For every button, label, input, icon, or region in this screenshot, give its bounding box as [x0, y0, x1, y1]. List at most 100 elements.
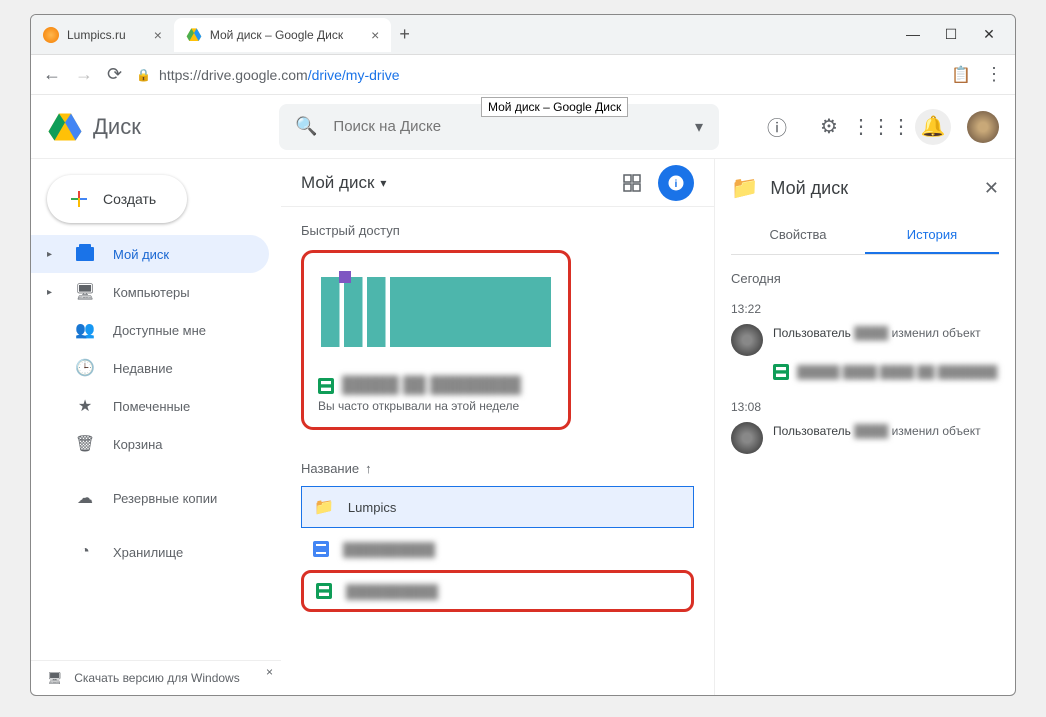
- window-controls: — ☐ ✕: [903, 26, 1015, 43]
- tab-title: Lumpics.ru: [67, 28, 126, 42]
- notifications-icon[interactable]: 🔔: [915, 109, 951, 145]
- sidebar-item-recent[interactable]: 🕒 Недавние: [31, 349, 269, 387]
- user-avatar: [731, 324, 763, 356]
- sidebar-item-label: Помеченные: [113, 399, 190, 414]
- tab-history[interactable]: История: [865, 217, 999, 254]
- close-window-button[interactable]: ✕: [979, 26, 999, 43]
- drive-logo[interactable]: Диск: [47, 109, 271, 145]
- svg-text:i: i: [675, 177, 678, 189]
- address-bar: ← → ⟳ 🔒 https://drive.google.com/drive/m…: [31, 55, 1015, 95]
- search-options-icon[interactable]: ▾: [695, 117, 703, 137]
- create-button[interactable]: Создать: [47, 175, 187, 223]
- close-icon[interactable]: ×: [371, 27, 379, 43]
- sidebar-item-my-drive[interactable]: ▸ Мой диск: [31, 235, 269, 273]
- computers-icon: 🖥: [75, 282, 95, 302]
- folder-icon: 📁: [314, 497, 334, 517]
- tab-drive[interactable]: Мой диск – Google Диск ×: [174, 18, 391, 52]
- url-input[interactable]: 🔒 https://drive.google.com/drive/my-driv…: [136, 67, 937, 83]
- activity-time: 13:22: [731, 302, 999, 316]
- header-actions: ⓘ ⚙ ⋮⋮⋮ 🔔: [759, 109, 999, 145]
- chevron-down-icon: ▾: [380, 176, 386, 190]
- grid-icon: [623, 174, 641, 192]
- sheets-icon: [773, 364, 789, 380]
- forward-button[interactable]: →: [75, 64, 93, 85]
- url-path: /drive/my-drive: [308, 67, 400, 83]
- drive-logo-icon: [47, 109, 83, 145]
- file-row-doc[interactable]: ██████████: [301, 528, 694, 570]
- file-name: ██████████: [346, 584, 438, 599]
- close-icon[interactable]: ✕: [984, 178, 999, 199]
- file-row-folder[interactable]: 📁 Lumpics: [301, 486, 694, 528]
- activity-user: Пользователь: [773, 424, 851, 438]
- tab-properties[interactable]: Свойства: [731, 217, 865, 254]
- titlebar: Lumpics.ru × Мой диск – Google Диск × + …: [31, 15, 1015, 55]
- sidebar-item-starred[interactable]: ★ Помеченные: [31, 387, 269, 425]
- sheets-icon: [318, 378, 334, 394]
- sidebar-item-label: Компьютеры: [113, 285, 190, 300]
- minimize-button[interactable]: —: [903, 26, 923, 43]
- details-tabs: Свойства История: [731, 217, 999, 255]
- favicon-icon: [43, 27, 59, 43]
- file-name: ██████████: [343, 542, 435, 557]
- sidebar-item-label: Доступные мне: [113, 323, 206, 338]
- plus-icon: [67, 187, 91, 211]
- apps-icon[interactable]: ⋮⋮⋮: [863, 109, 899, 145]
- trash-icon: 🗑: [75, 434, 95, 454]
- search-input[interactable]: [333, 118, 679, 135]
- file-row-sheet[interactable]: ██████████: [301, 570, 694, 612]
- folder-icon: 📁: [731, 175, 758, 201]
- sidebar-item-computers[interactable]: ▸ 🖥 Компьютеры: [31, 273, 269, 311]
- column-header-name[interactable]: Название ↑: [301, 450, 694, 486]
- app-title: Диск: [93, 114, 141, 140]
- new-tab-button[interactable]: +: [399, 24, 410, 45]
- sidebar-item-shared[interactable]: 👥 Доступные мне: [31, 311, 269, 349]
- drive-favicon-icon: [186, 27, 202, 43]
- tab-lumpics[interactable]: Lumpics.ru ×: [31, 18, 174, 52]
- monitor-icon: 🖥: [47, 671, 62, 685]
- menu-icon[interactable]: ⋮: [985, 64, 1003, 85]
- close-icon[interactable]: ×: [154, 27, 162, 43]
- docs-icon: [313, 541, 329, 557]
- file-subtitle: Вы часто открывали на этой неделе: [318, 399, 554, 413]
- sidebar-item-backup[interactable]: ☁ Резервные копии: [31, 479, 269, 517]
- settings-icon[interactable]: ⚙: [811, 109, 847, 145]
- grid-view-button[interactable]: [614, 165, 650, 201]
- url-host: https://drive.google.com: [159, 67, 308, 83]
- maximize-button[interactable]: ☐: [941, 26, 961, 43]
- avatar[interactable]: [967, 111, 999, 143]
- user-avatar: [731, 422, 763, 454]
- activity-user: Пользователь: [773, 326, 851, 340]
- activity-item: 13:22 Пользователь ████ изменил объект: [731, 302, 999, 380]
- details-title: Мой диск: [770, 178, 972, 199]
- bookmark-icon[interactable]: 📋: [951, 65, 971, 85]
- back-button[interactable]: ←: [43, 64, 61, 85]
- info-button[interactable]: i: [658, 165, 694, 201]
- sidebar-item-trash[interactable]: 🗑 Корзина: [31, 425, 269, 463]
- activity-file[interactable]: █████ ████ ████ ██ ███████: [773, 364, 999, 380]
- storage-icon: ◔: [75, 543, 95, 561]
- sidebar-item-label: Корзина: [113, 437, 163, 452]
- help-icon[interactable]: ⓘ: [759, 109, 795, 145]
- file-thumbnail: [308, 257, 564, 367]
- sidebar-item-label: Хранилище: [113, 545, 183, 560]
- content-body: Быстрый доступ █████ ██ ████████ Вы ча: [281, 207, 714, 628]
- activity-action: изменил объект: [892, 326, 981, 340]
- browser-window: Lumpics.ru × Мой диск – Google Диск × + …: [30, 14, 1016, 696]
- info-icon: i: [667, 174, 685, 192]
- download-banner[interactable]: × 🖥 Скачать версию для Windows: [31, 661, 281, 695]
- sidebar-item-storage[interactable]: ◔ Хранилище: [31, 533, 269, 571]
- chevron-right-icon: ▸: [47, 287, 57, 298]
- star-icon: ★: [75, 396, 95, 416]
- quick-access-card[interactable]: █████ ██ ████████ Вы часто открывали на …: [301, 250, 571, 430]
- file-name: █████ ██ ████████: [342, 377, 521, 395]
- breadcrumb[interactable]: Мой диск ▾: [301, 173, 386, 193]
- reload-button[interactable]: ⟳: [107, 64, 122, 85]
- sidebar-item-label: Недавние: [113, 361, 173, 376]
- activity-item: 13:08 Пользователь ████ изменил объект: [731, 400, 999, 454]
- close-icon[interactable]: ×: [266, 665, 273, 679]
- sidebar: Создать ▸ Мой диск ▸ 🖥 Компьютеры 👥 Дост…: [31, 159, 281, 695]
- tooltip: Мой диск – Google Диск: [481, 97, 628, 117]
- drive-app: Диск 🔍 ▾ ⓘ ⚙ ⋮⋮⋮ 🔔 Создать: [31, 95, 1015, 695]
- file-name: Lumpics: [348, 500, 396, 515]
- content-header: Мой диск ▾ i: [281, 159, 714, 207]
